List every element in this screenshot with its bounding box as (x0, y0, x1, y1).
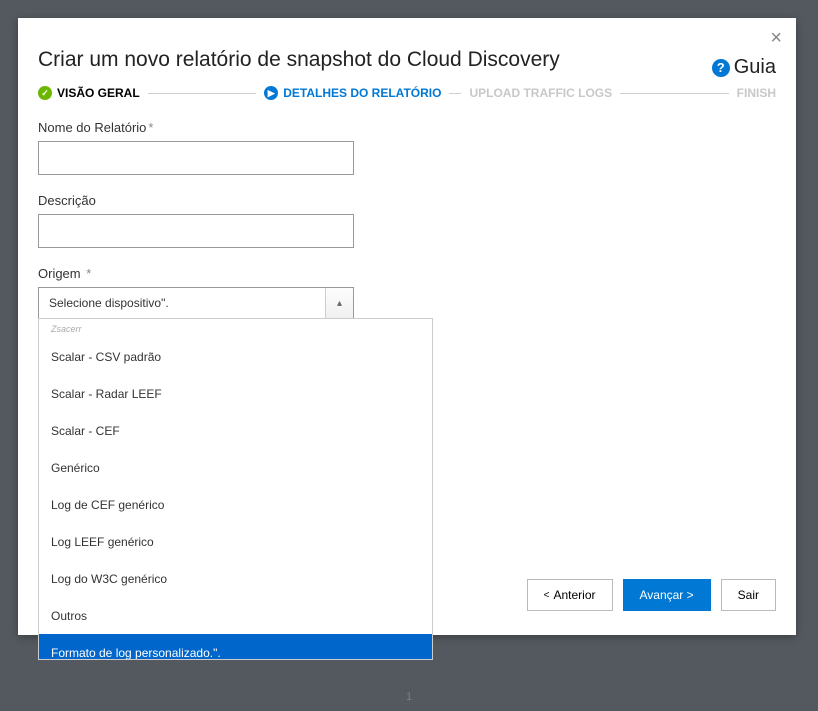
source-label: Origem * (38, 266, 776, 281)
dropdown-item[interactable]: Genérico (39, 449, 432, 486)
step-details[interactable]: ▶ DETALHES DO RELATÓRIO (264, 86, 441, 100)
chevron-up-icon: ▴ (325, 288, 353, 318)
source-select[interactable]: Selecione dispositivo". ▴ (38, 287, 354, 319)
source-selected-text: Selecione dispositivo". (49, 296, 169, 310)
guide-link[interactable]: ? Guia (712, 56, 776, 79)
step-finish: FINISH (737, 86, 776, 100)
dropdown-item[interactable]: Scalar - CEF (39, 412, 432, 449)
create-snapshot-modal: × Criar um novo relatório de snapshot do… (18, 18, 796, 635)
dropdown-item[interactable]: Log do W3C genérico (39, 560, 432, 597)
source-dropdown: Zsacerr Scalar - CSV padrão Scalar - Rad… (38, 318, 433, 660)
close-icon[interactable]: × (770, 28, 782, 48)
dropdown-item[interactable]: Log de CEF genérico (39, 486, 432, 523)
dropdown-item[interactable]: Outros (39, 597, 432, 634)
dropdown-item[interactable]: Scalar - CSV padrão (39, 338, 432, 375)
dropdown-item[interactable]: Scalar - Radar LEEF (39, 375, 432, 412)
check-icon: ✓ (38, 86, 52, 100)
chevron-left-icon: < (544, 590, 550, 601)
step-overview[interactable]: ✓ VISÃO GERAL (38, 86, 140, 100)
previous-button[interactable]: < Anterior (527, 579, 613, 611)
dropdown-item-selected[interactable]: Formato de log personalizado.". (39, 634, 432, 659)
help-icon: ? (712, 59, 730, 77)
guide-label: Guia (734, 56, 776, 79)
report-name-input[interactable] (38, 141, 354, 175)
next-button[interactable]: Avançar > (623, 579, 711, 611)
background-page-number: 1 (406, 691, 412, 703)
dropdown-partial-item[interactable]: Zsacerr (39, 319, 432, 338)
description-input[interactable] (38, 214, 354, 248)
play-icon: ▶ (264, 86, 278, 100)
dropdown-item[interactable]: Log LEEF genérico (39, 523, 432, 560)
step-upload: UPLOAD TRAFFIC LOGS (469, 86, 612, 100)
exit-button[interactable]: Sair (721, 579, 776, 611)
modal-title: Criar um novo relatório de snapshot do C… (38, 48, 776, 72)
wizard-steps: ✓ VISÃO GERAL ▶ DETALHES DO RELATÓRIO UP… (38, 86, 776, 100)
report-name-label: Nome do Relatório* (38, 120, 776, 135)
description-label: Descrição (38, 193, 776, 208)
